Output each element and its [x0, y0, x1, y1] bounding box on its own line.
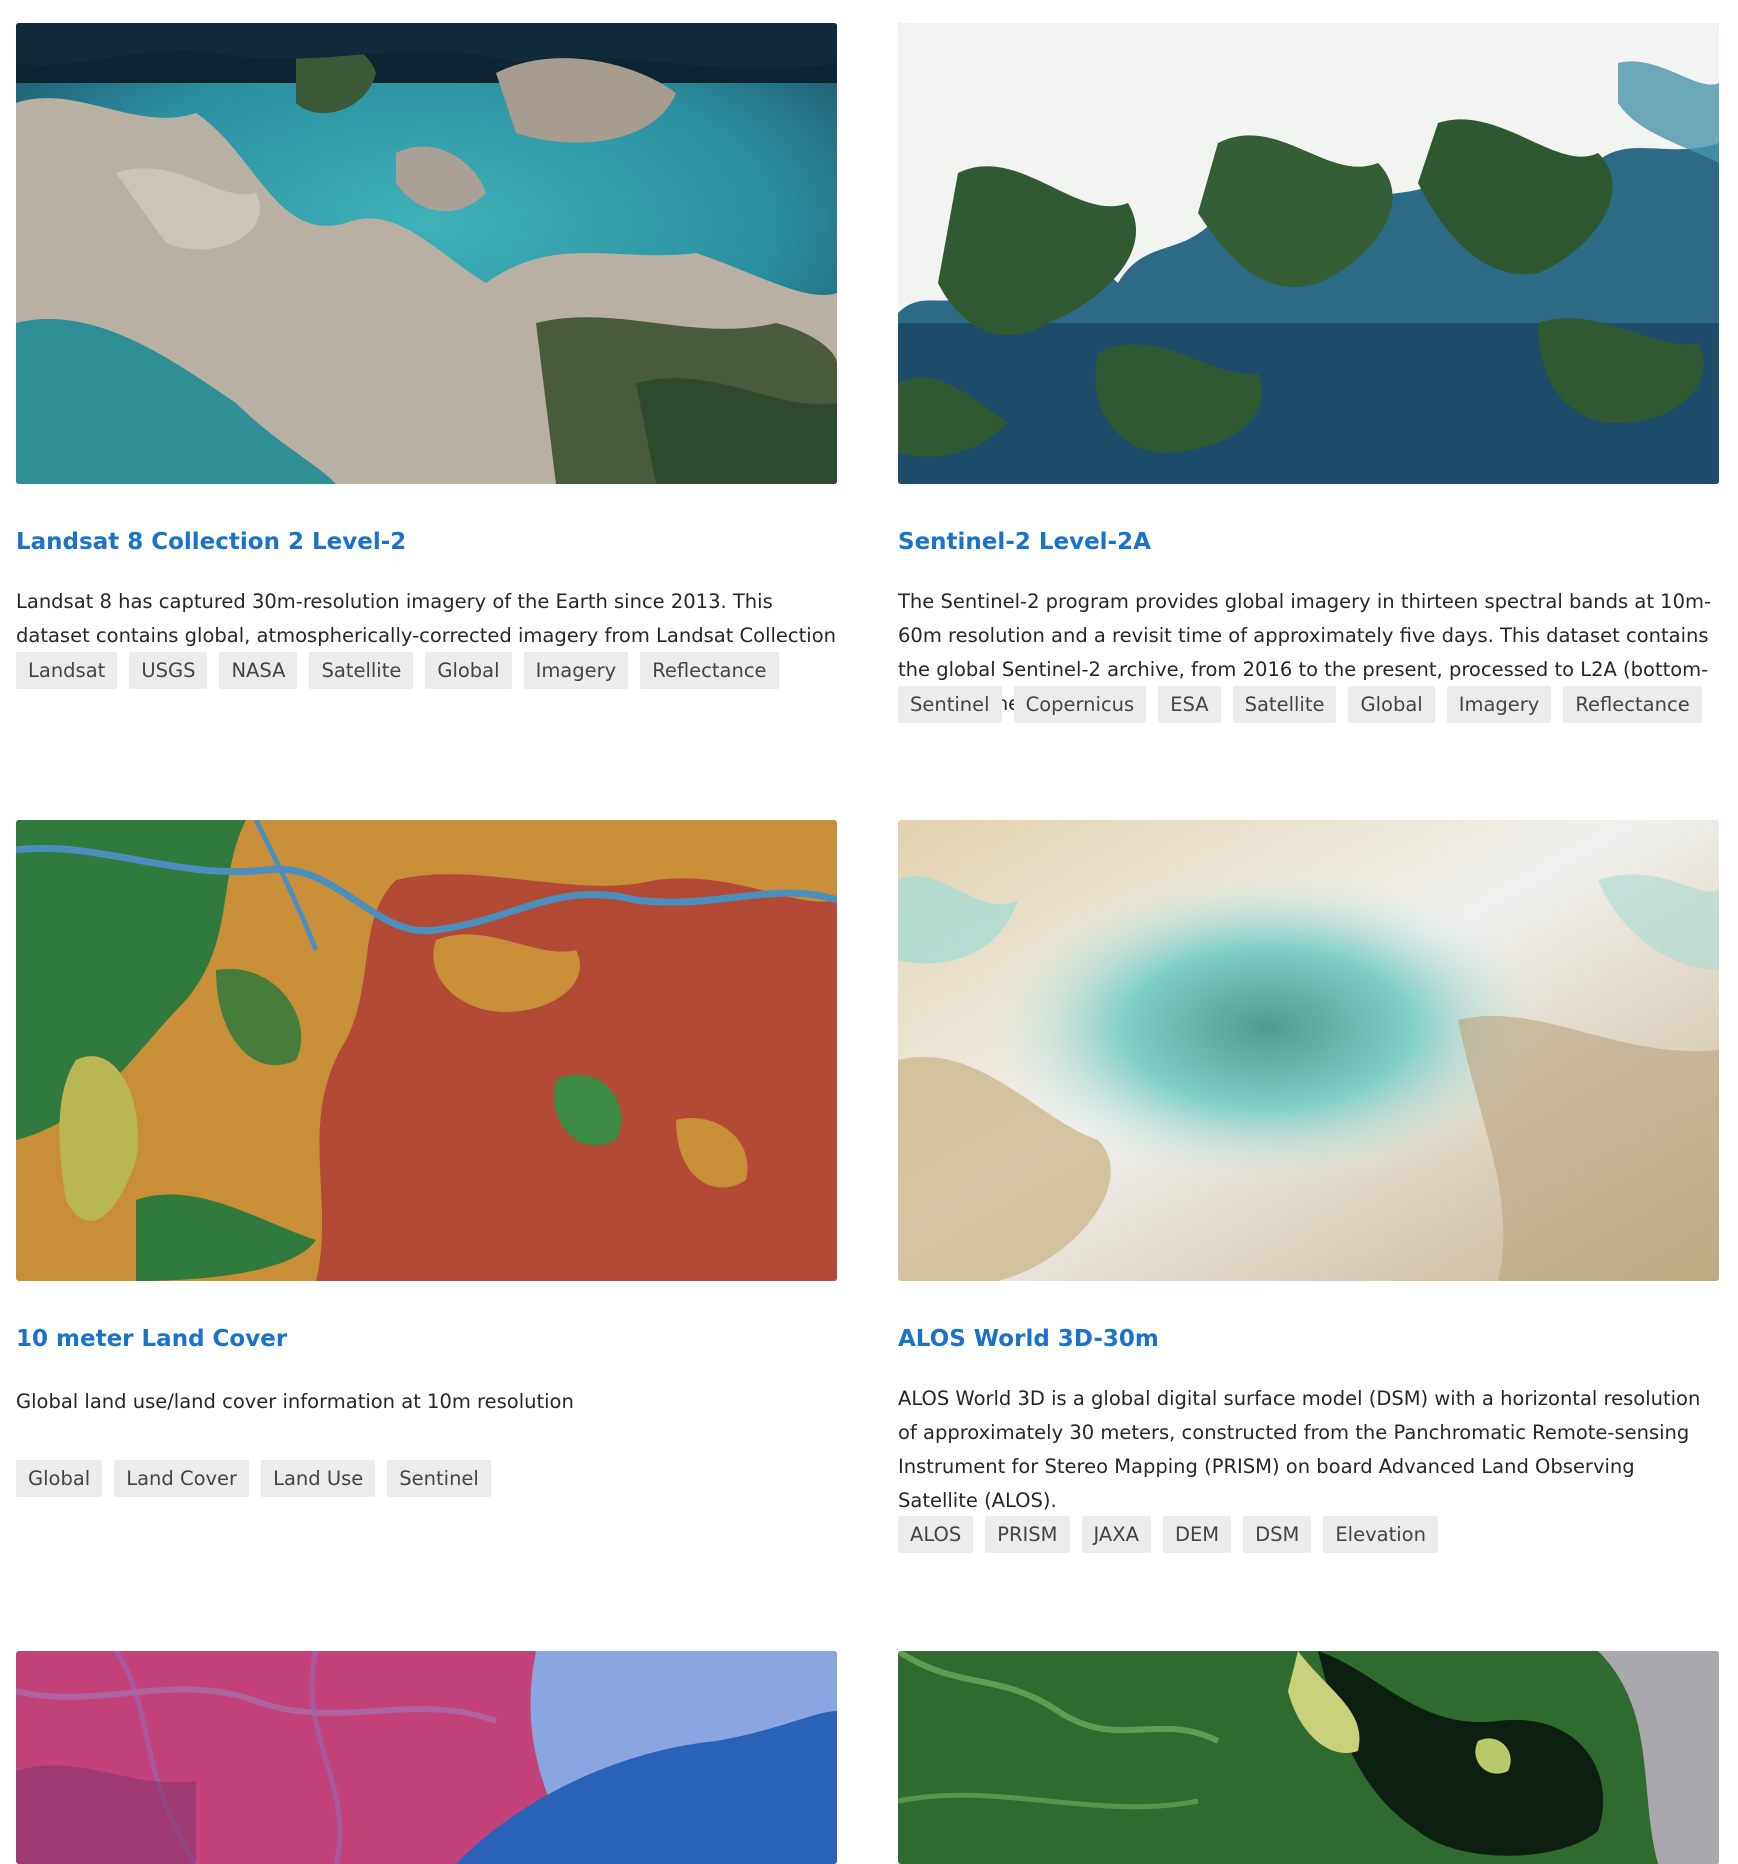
land-cover-thumbnail[interactable]	[16, 820, 837, 1281]
sentinel-thumbnail[interactable]	[898, 23, 1719, 484]
alos-elevation-relief-image	[898, 820, 1719, 1281]
tag[interactable]: Copernicus	[1013, 686, 1147, 723]
tag[interactable]: Land Cover	[114, 1460, 250, 1497]
tag[interactable]: Global	[425, 652, 512, 689]
dataset-title-link[interactable]: ALOS World 3D-30m	[898, 1326, 1159, 1352]
dataset-title-link[interactable]: Sentinel-2 Level-2A	[898, 529, 1151, 555]
tag[interactable]: JAXA	[1081, 1516, 1151, 1553]
false-color-coastal-image	[16, 1651, 837, 1864]
vegetation-index-image	[898, 1651, 1719, 1864]
dataset-catalog-grid: Landsat 8 Collection 2 Level-2 Landsat 8…	[0, 0, 1738, 1864]
false-color-thumbnail[interactable]	[16, 1651, 837, 1864]
tag-list: Landsat USGS NASA Satellite Global Image…	[16, 652, 779, 689]
tag[interactable]: ESA	[1158, 686, 1221, 723]
tag[interactable]: ALOS	[898, 1516, 974, 1553]
tag[interactable]: Imagery	[523, 652, 629, 689]
tag-list: Global Land Cover Land Use Sentinel	[16, 1460, 491, 1497]
tag[interactable]: DSM	[1243, 1516, 1312, 1553]
tag-list: ALOS PRISM JAXA DEM DSM Elevation	[898, 1516, 1438, 1553]
alos-thumbnail[interactable]	[898, 820, 1719, 1281]
landsat-coastal-city-image	[16, 23, 837, 484]
dataset-description: ALOS World 3D is a global digital surfac…	[898, 1387, 1701, 1512]
tag[interactable]: Sentinel	[387, 1460, 491, 1497]
tag[interactable]: Satellite	[1232, 686, 1337, 723]
tag[interactable]: Global	[1348, 686, 1435, 723]
dataset-title-link[interactable]: Landsat 8 Collection 2 Level-2	[16, 529, 406, 555]
tag[interactable]: USGS	[129, 652, 208, 689]
tag[interactable]: Satellite	[309, 652, 414, 689]
tag[interactable]: DEM	[1162, 1516, 1232, 1553]
land-cover-classification-image	[16, 820, 837, 1281]
tag[interactable]: Reflectance	[1563, 686, 1702, 723]
tag[interactable]: Landsat	[16, 652, 118, 689]
landsat-thumbnail[interactable]	[16, 23, 837, 484]
tag[interactable]: Land Use	[261, 1460, 376, 1497]
tag[interactable]: Global	[16, 1460, 103, 1497]
tag[interactable]: NASA	[219, 652, 298, 689]
tag[interactable]: PRISM	[985, 1516, 1070, 1553]
tag-list: Sentinel Copernicus ESA Satellite Global…	[898, 686, 1702, 723]
tag[interactable]: Imagery	[1446, 686, 1552, 723]
dataset-title-link[interactable]: 10 meter Land Cover	[16, 1326, 287, 1352]
tag[interactable]: Sentinel	[898, 686, 1002, 723]
tag[interactable]: Reflectance	[640, 652, 779, 689]
dataset-description: Global land use/land cover information a…	[16, 1390, 574, 1413]
sentinel-glacier-fjord-image	[898, 23, 1719, 484]
tag[interactable]: Elevation	[1323, 1516, 1438, 1553]
vegetation-thumbnail[interactable]	[898, 1651, 1719, 1864]
